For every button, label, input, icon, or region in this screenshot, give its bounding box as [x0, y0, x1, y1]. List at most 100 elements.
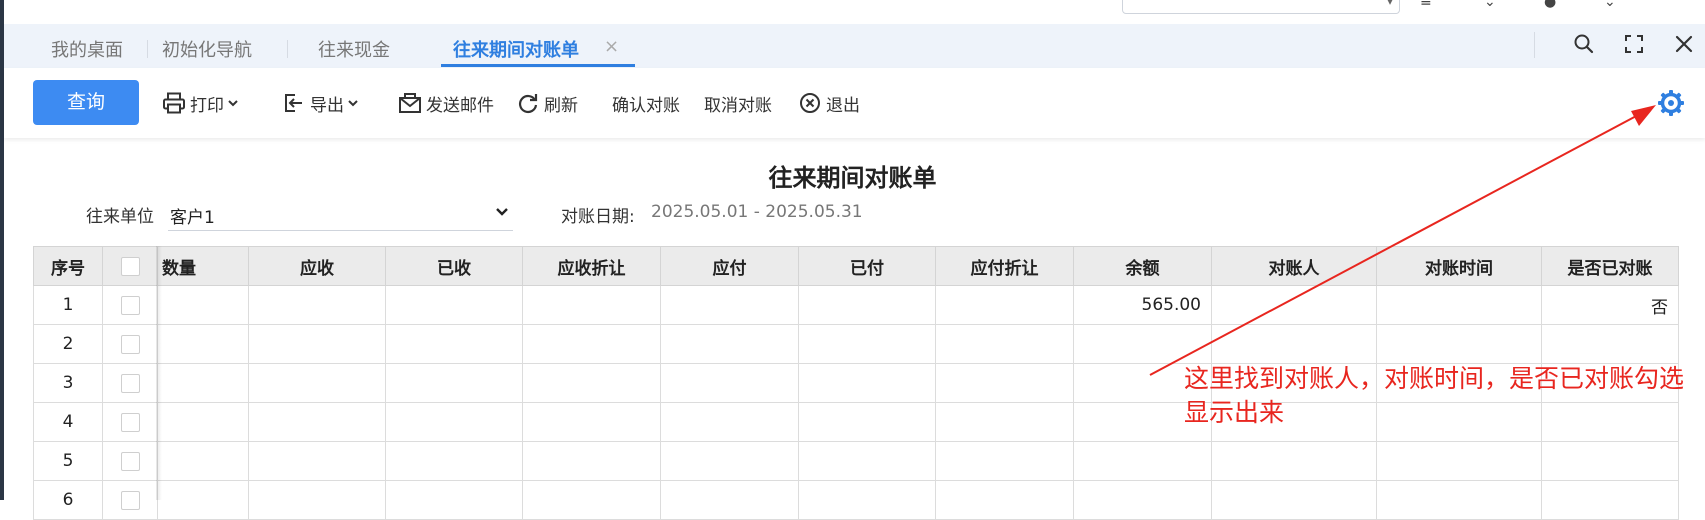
cell-received[interactable]: [385, 402, 523, 442]
cell-select[interactable]: [102, 402, 158, 442]
cell-recon-time[interactable]: [1376, 285, 1542, 325]
col-header-paid[interactable]: 已付: [798, 246, 936, 286]
row-checkbox[interactable]: [120, 412, 140, 432]
cell-received[interactable]: [385, 480, 523, 520]
close-icon[interactable]: [1672, 32, 1702, 60]
cell-receivable[interactable]: [248, 285, 386, 325]
tab-cash[interactable]: 往来现金: [318, 36, 390, 62]
confirm-reconcile-button[interactable]: 确认对账: [612, 90, 680, 116]
cell-select[interactable]: [102, 441, 158, 481]
cell-balance[interactable]: [1073, 441, 1212, 481]
cell-reconciled[interactable]: [1541, 324, 1679, 364]
cell-reconciled[interactable]: [1541, 441, 1679, 481]
top-search-select[interactable]: ▾: [1122, 0, 1400, 14]
cell-paid[interactable]: [798, 441, 936, 481]
send-email-button[interactable]: 发送邮件: [398, 90, 494, 116]
col-header-recon-time[interactable]: 对账时间: [1376, 246, 1542, 286]
cell-select[interactable]: [102, 324, 158, 364]
cell-payable[interactable]: [660, 402, 799, 442]
cell-qty[interactable]: [157, 363, 249, 403]
col-header-pay-discount[interactable]: 应付折让: [935, 246, 1074, 286]
cell-receivable[interactable]: [248, 480, 386, 520]
cell-select[interactable]: [102, 363, 158, 403]
col-header-balance[interactable]: 余额: [1073, 246, 1212, 286]
unit-select[interactable]: 客户1: [168, 198, 513, 231]
cell-balance[interactable]: [1073, 324, 1212, 364]
cell-paid[interactable]: [798, 324, 936, 364]
cell-received[interactable]: [385, 441, 523, 481]
row-checkbox[interactable]: [120, 373, 140, 393]
table-row[interactable]: 2: [33, 324, 1679, 364]
cancel-reconcile-button[interactable]: 取消对账: [704, 90, 772, 116]
cell-receivable[interactable]: [248, 324, 386, 364]
menu-icon[interactable]: ≡: [1420, 0, 1438, 10]
cell-pay-discount[interactable]: [935, 441, 1074, 481]
cell-payable[interactable]: [660, 441, 799, 481]
table-row[interactable]: 5: [33, 441, 1679, 481]
cell-received[interactable]: [385, 285, 523, 325]
cell-select[interactable]: [102, 285, 158, 325]
col-header-qty[interactable]: 数量: [157, 246, 249, 286]
print-button[interactable]: 打印: [162, 90, 243, 116]
chevron-down-icon[interactable]: ⌄: [1484, 0, 1502, 10]
col-header-reconciler[interactable]: 对账人: [1211, 246, 1377, 286]
row-checkbox[interactable]: [120, 334, 140, 354]
cell-balance[interactable]: 565.00: [1073, 285, 1212, 325]
cell-reconciled[interactable]: 否: [1541, 285, 1679, 325]
close-tab-icon[interactable]: ×: [604, 36, 619, 57]
cell-qty[interactable]: [157, 441, 249, 481]
cell-pay-discount[interactable]: [935, 402, 1074, 442]
cell-paid[interactable]: [798, 363, 936, 403]
cell-reconciler[interactable]: [1211, 324, 1377, 364]
cell-paid[interactable]: [798, 402, 936, 442]
select-all-checkbox[interactable]: [120, 256, 140, 276]
col-header-receivable[interactable]: 应收: [248, 246, 386, 286]
cell-recon-time[interactable]: [1376, 441, 1542, 481]
cell-received[interactable]: [385, 363, 523, 403]
cell-recv-discount[interactable]: [522, 480, 661, 520]
date-range[interactable]: 2025.05.01 - 2025.05.31: [651, 202, 863, 222]
col-header-no[interactable]: 序号: [33, 246, 103, 286]
col-header-recv-discount[interactable]: 应收折让: [522, 246, 661, 286]
cell-received[interactable]: [385, 324, 523, 364]
col-header-reconciled[interactable]: 是否已对账: [1541, 246, 1679, 286]
table-row[interactable]: 6: [33, 480, 1679, 520]
cell-pay-discount[interactable]: [935, 285, 1074, 325]
cell-payable[interactable]: [660, 480, 799, 520]
settings-icon[interactable]: [1656, 88, 1686, 118]
tab-my-desktop[interactable]: 我的桌面: [51, 36, 123, 62]
cell-paid[interactable]: [798, 285, 936, 325]
query-button[interactable]: 查询: [33, 80, 139, 125]
cell-recv-discount[interactable]: [522, 324, 661, 364]
cell-reconciler[interactable]: [1211, 285, 1377, 325]
cell-receivable[interactable]: [248, 402, 386, 442]
tab-init-guide[interactable]: 初始化导航: [162, 36, 252, 62]
cell-receivable[interactable]: [248, 363, 386, 403]
exit-button[interactable]: 退出: [798, 90, 860, 116]
row-checkbox[interactable]: [120, 490, 140, 510]
col-header-received[interactable]: 已收: [385, 246, 523, 286]
row-checkbox[interactable]: [120, 451, 140, 471]
cell-qty[interactable]: [157, 324, 249, 364]
export-button[interactable]: 导出: [282, 90, 363, 116]
cell-balance[interactable]: [1073, 480, 1212, 520]
cell-reconciled[interactable]: [1541, 480, 1679, 520]
cell-qty[interactable]: [157, 402, 249, 442]
cell-pay-discount[interactable]: [935, 480, 1074, 520]
cell-pay-discount[interactable]: [935, 324, 1074, 364]
cell-qty[interactable]: [157, 480, 249, 520]
cell-recv-discount[interactable]: [522, 363, 661, 403]
search-icon[interactable]: [1572, 32, 1602, 60]
cell-payable[interactable]: [660, 363, 799, 403]
cell-qty[interactable]: [157, 285, 249, 325]
cell-reconciler[interactable]: [1211, 480, 1377, 520]
col-header-payable[interactable]: 应付: [660, 246, 799, 286]
cell-payable[interactable]: [660, 285, 799, 325]
cell-payable[interactable]: [660, 324, 799, 364]
cell-receivable[interactable]: [248, 441, 386, 481]
cell-recon-time[interactable]: [1376, 324, 1542, 364]
fullscreen-icon[interactable]: [1622, 32, 1652, 60]
cell-pay-discount[interactable]: [935, 363, 1074, 403]
user-icon[interactable]: ●: [1544, 0, 1562, 10]
refresh-button[interactable]: 刷新: [516, 90, 578, 116]
